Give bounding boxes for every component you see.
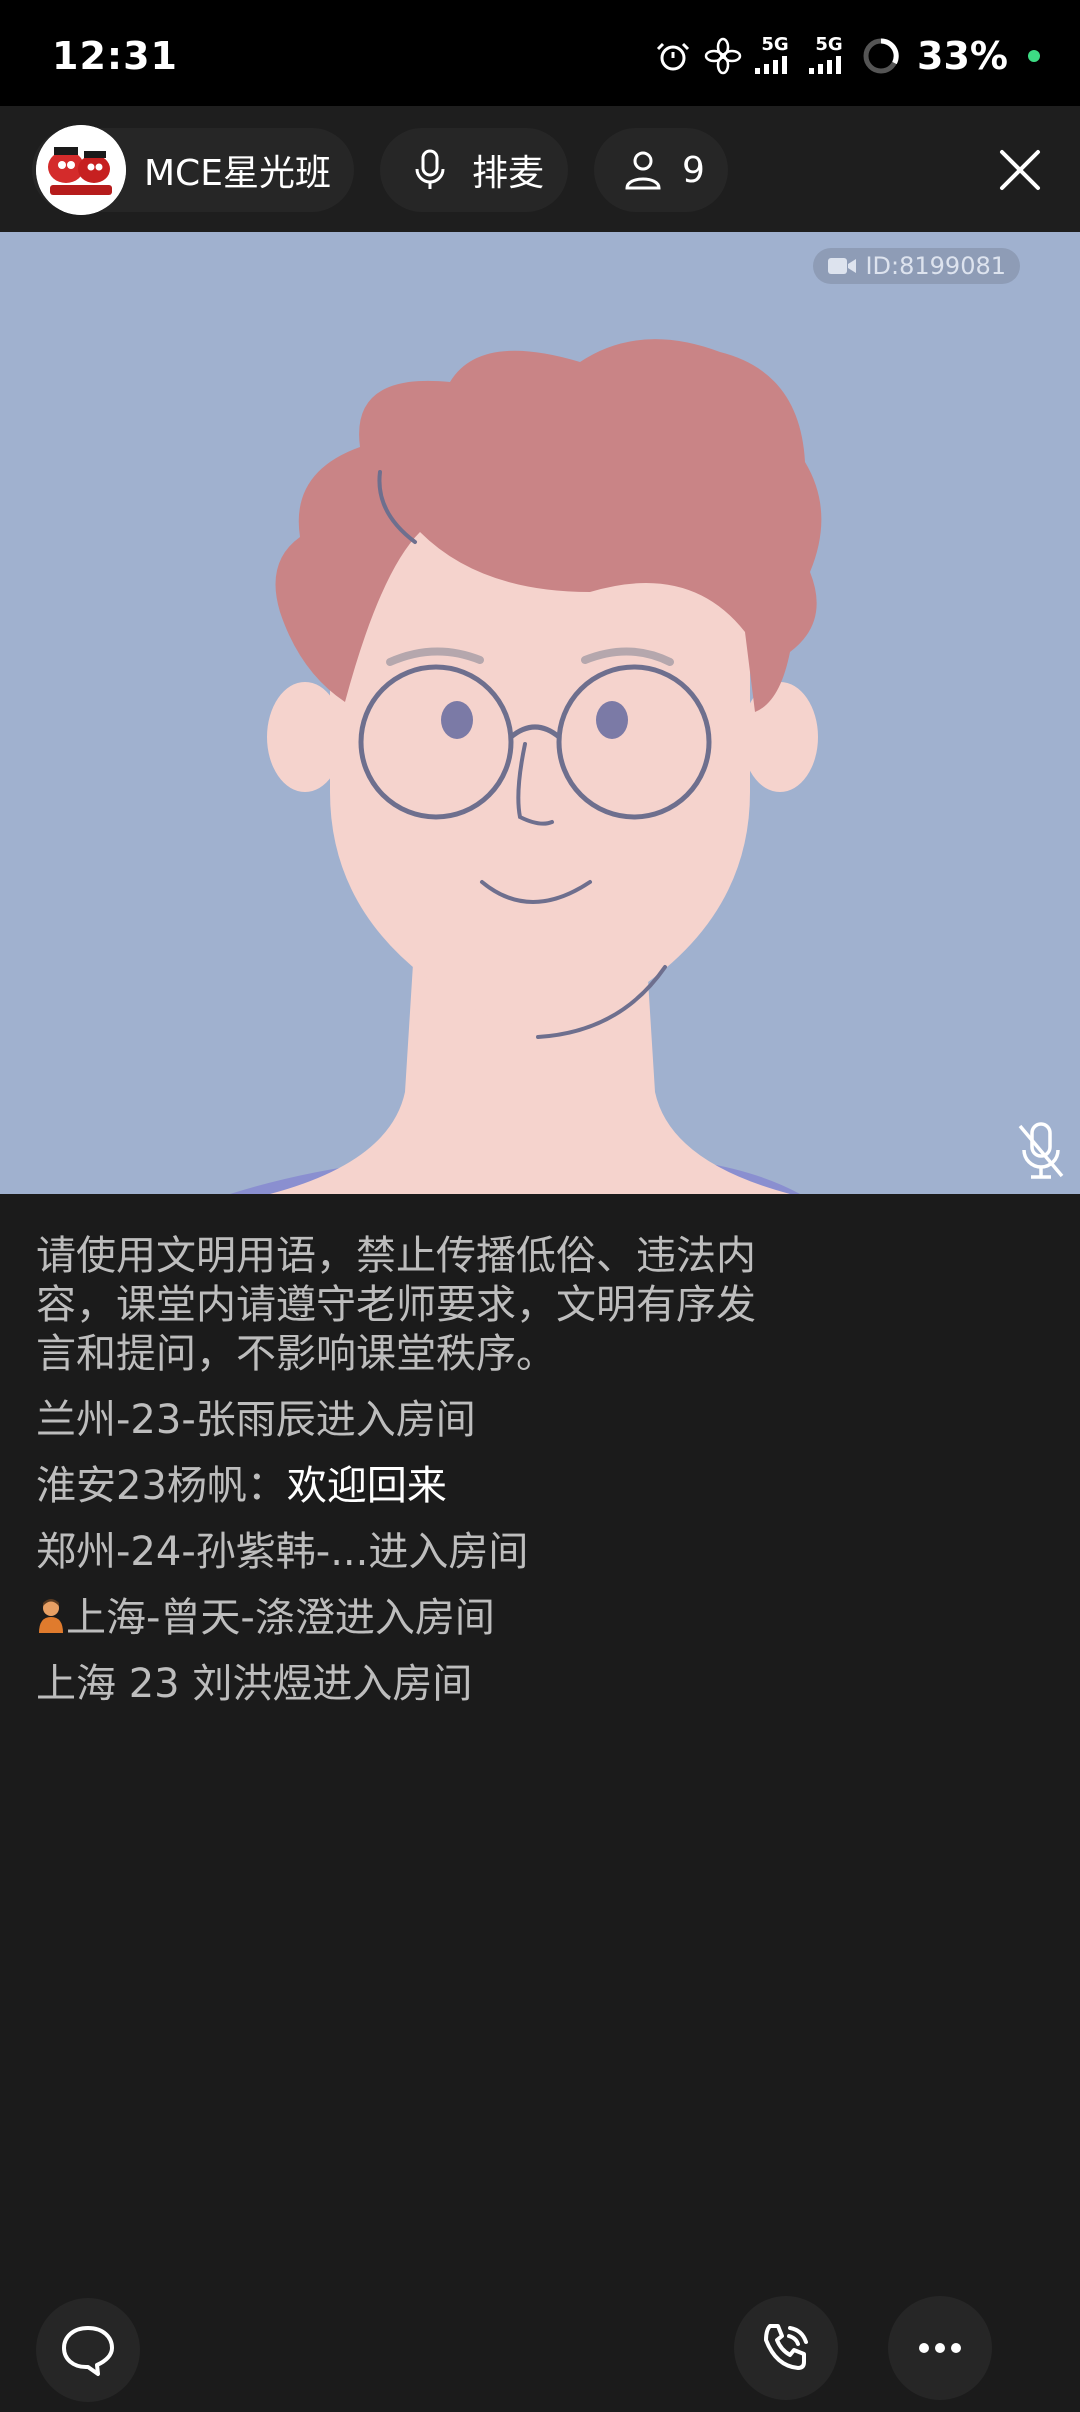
chat-feed[interactable]: 请使用文明用语，禁止传播低俗、违法内容，课堂内请遵守老师要求，文明有序发言和提问… — [36, 1232, 1036, 1725]
chat-message: 上海 23 刘洪煜进入房间 — [36, 1659, 1036, 1709]
speech-bubble-icon — [62, 2326, 114, 2376]
fan-icon — [704, 37, 742, 75]
person-icon — [625, 151, 661, 190]
more-dots-icon — [919, 2343, 961, 2353]
battery-percent: 33% — [917, 34, 1008, 78]
chat-message-text: 上海-曾天-涤澄进入房间 — [66, 1595, 495, 1641]
room-name: MCE星光班 — [144, 153, 331, 194]
stream-id-text: ID:8199081 — [865, 252, 1006, 280]
alarm-icon — [656, 42, 690, 71]
mic-muted-icon — [1018, 1122, 1064, 1179]
chat-message: 淮安23杨帆：欢迎回来 — [36, 1461, 1036, 1511]
mascot-logo-icon — [36, 125, 126, 215]
signal-bars-icon — [755, 56, 788, 74]
chat-message: 郑州-24-孙紫韩-...进入房间 — [36, 1527, 1036, 1577]
signal-5g-icon-2: 5G — [807, 36, 851, 76]
audience-count-button[interactable]: 9 — [594, 128, 728, 212]
battery-ring-icon — [863, 38, 899, 74]
privacy-dot-icon — [1028, 50, 1040, 62]
room-info-button[interactable]: MCE星光班 — [32, 125, 354, 215]
signal-bars-icon — [809, 56, 842, 74]
chat-message-text: 上海 23 刘洪煜进入房间 — [36, 1661, 473, 1707]
chat-message-text: 欢迎回来 — [286, 1463, 447, 1509]
chat-input-button[interactable] — [36, 2298, 140, 2402]
chat-message: 兰州-23-张雨辰进入房间 — [36, 1395, 1036, 1445]
mic-queue-label: 排麦 — [472, 153, 545, 194]
video-camera-icon — [828, 258, 857, 274]
chat-message-sender: 淮安23杨帆： — [36, 1463, 287, 1509]
room-header: MCE星光班 排麦 9 — [0, 106, 1080, 232]
chat-message-text: 郑州-24-孙紫韩-...进入房间 — [36, 1529, 529, 1575]
status-bar: 12:31 5G 5G 33% — [0, 0, 1080, 106]
room-avatar — [36, 125, 126, 215]
chat-message: 上海-曾天-涤澄进入房间 — [36, 1593, 1036, 1643]
stream-id-badge: ID:8199081 — [813, 248, 1020, 284]
microphone-icon — [415, 149, 445, 189]
chat-message-text: 兰州-23-张雨辰进入房间 — [36, 1397, 476, 1443]
video-stage[interactable]: ID:8199081 — [0, 232, 1080, 1194]
user-badge-icon — [39, 1599, 63, 1633]
more-options-button[interactable] — [888, 2296, 992, 2400]
call-button[interactable] — [734, 2296, 838, 2400]
room-notice: 请使用文明用语，禁止传播低俗、违法内容，课堂内请遵守老师要求，文明有序发言和提问… — [36, 1233, 756, 1377]
phone-call-icon — [764, 2324, 808, 2370]
signal-5g-icon: 5G — [753, 36, 797, 76]
mic-queue-button[interactable]: 排麦 — [380, 128, 568, 212]
status-icons: 5G 5G 33% — [653, 34, 1040, 78]
default-avatar-illustration — [230, 339, 822, 1194]
audience-count: 9 — [682, 149, 705, 191]
status-time: 12:31 — [52, 34, 178, 78]
close-icon[interactable] — [992, 142, 1048, 198]
